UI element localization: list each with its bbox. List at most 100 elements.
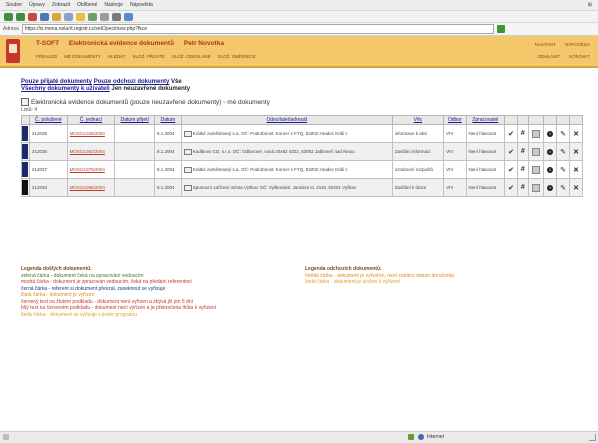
delete-icon[interactable]: ✕	[573, 131, 579, 138]
cell-info[interactable]: i	[543, 160, 558, 179]
pencil-icon[interactable]: ✎	[560, 185, 566, 192]
menu-view[interactable]: Zobrazit	[52, 2, 70, 8]
ref-link[interactable]: MOS/21386/2004	[70, 185, 105, 190]
menu-file[interactable]: Soubor	[6, 2, 22, 8]
cell-edit[interactable]: ✎	[556, 178, 570, 197]
info-icon[interactable]: i	[547, 148, 554, 155]
favorites-icon[interactable]	[76, 12, 85, 21]
cell-approve[interactable]: ✔	[504, 178, 519, 197]
filter-unresolved[interactable]: Jen neuzavřené dokumenty	[111, 86, 190, 92]
history-icon[interactable]	[88, 12, 97, 21]
checkmark-icon[interactable]: ✔	[508, 131, 514, 138]
attachment-icon[interactable]	[531, 147, 540, 156]
checkmark-icon[interactable]: ✔	[508, 149, 514, 156]
logout-link[interactable]: ODHLÁSIT	[538, 54, 561, 59]
col-received[interactable]: Datum přijetí	[114, 115, 155, 125]
ref-link[interactable]: MOS/21345/2004	[70, 131, 105, 136]
cell-attach[interactable]	[527, 124, 545, 143]
cell-delete[interactable]: ✕	[569, 178, 583, 197]
cell-delete[interactable]: ✕	[569, 124, 583, 143]
hash-icon[interactable]: #	[521, 166, 525, 173]
cell-tag[interactable]: #	[517, 178, 529, 197]
cell-ref[interactable]: MOS/21386/2004	[66, 178, 116, 197]
nav-my-docs[interactable]: MÉ DOKUMENTY	[64, 54, 101, 59]
help-link[interactable]: NÁPOVĚDA	[565, 42, 590, 47]
cell-edit[interactable]: ✎	[556, 124, 570, 143]
col-date[interactable]: Datum	[154, 115, 182, 125]
cell-ref[interactable]: MOS/21345/2004	[66, 124, 116, 143]
cell-info[interactable]: i	[543, 124, 558, 143]
cell-ref[interactable]: MOS/21375/2004	[66, 160, 116, 179]
forward-icon[interactable]	[16, 12, 25, 21]
menu-favorites[interactable]: Oblíbené	[77, 2, 97, 8]
col-subject[interactable]: Věc	[391, 115, 445, 125]
cell-info[interactable]: i	[543, 178, 558, 197]
cell-delete[interactable]: ✕	[569, 142, 583, 161]
cell-attach[interactable]	[527, 178, 545, 197]
delete-icon[interactable]: ✕	[573, 167, 579, 174]
table-row[interactable]: 212037 MOS/21375/2004 8.1.2004 Krátké za…	[21, 160, 583, 179]
pencil-icon[interactable]: ✎	[560, 167, 566, 174]
menu-edit[interactable]: Úpravy	[29, 2, 45, 8]
info-icon[interactable]: i	[547, 130, 554, 137]
stop-icon[interactable]	[28, 12, 37, 21]
col-handler[interactable]: Zpracovatel	[465, 115, 506, 125]
hash-icon[interactable]: #	[521, 148, 525, 155]
filter-incoming-link[interactable]: Pouze přijaté dokumenty	[21, 79, 92, 85]
edit-icon[interactable]	[124, 12, 133, 21]
checkmark-icon[interactable]: ✔	[508, 185, 514, 192]
cell-tag[interactable]: #	[517, 160, 529, 179]
cell-ref[interactable]: MOS/21362/2004	[66, 142, 116, 161]
contact-link[interactable]: KONTAKT	[569, 54, 590, 59]
checkmark-icon[interactable]: ✔	[508, 167, 514, 174]
cell-tag[interactable]: #	[517, 124, 529, 143]
nav-directives-folder[interactable]: SLOŽ. SMĚRNICE	[218, 54, 256, 59]
col-sender[interactable]: Odesílatel/adresát	[180, 115, 393, 125]
nav-search[interactable]: HLEDAT	[108, 54, 125, 59]
delete-icon[interactable]: ✕	[573, 185, 579, 192]
cell-approve[interactable]: ✔	[504, 160, 519, 179]
ref-link[interactable]: MOS/21362/2004	[70, 149, 105, 154]
cell-edit[interactable]: ✎	[556, 160, 570, 179]
nav-overview[interactable]: PŘEHLED	[36, 54, 57, 59]
settings-link[interactable]: NASTAVIT	[535, 42, 556, 47]
print-icon[interactable]	[112, 12, 121, 21]
back-icon[interactable]	[4, 12, 13, 21]
search-icon[interactable]	[64, 12, 73, 21]
nav-incoming-folder[interactable]: SLOŽ. PŘIJATÉ	[132, 54, 164, 59]
menu-tools[interactable]: Nástroje	[104, 2, 123, 8]
cell-edit[interactable]: ✎	[556, 142, 570, 161]
table-row[interactable]: 212036 MOS/21362/2004 8.1.2004 Kudibovo …	[21, 142, 583, 161]
attachment-icon[interactable]	[531, 165, 540, 174]
delete-icon[interactable]: ✕	[573, 149, 579, 156]
cell-delete[interactable]: ✕	[569, 160, 583, 179]
url-field[interactable]: https://is.mena.nela/rt.registr.cz/setOp…	[21, 24, 494, 34]
cell-tag[interactable]: #	[517, 142, 529, 161]
col-ref[interactable]: Č. jednací	[66, 115, 116, 125]
home-icon[interactable]	[52, 12, 61, 21]
attachment-icon[interactable]	[531, 129, 540, 138]
info-icon[interactable]: i	[547, 184, 554, 191]
cell-info[interactable]: i	[543, 142, 558, 161]
mail-icon[interactable]	[100, 12, 109, 21]
menu-help[interactable]: Nápověda	[130, 2, 153, 8]
cell-approve[interactable]: ✔	[504, 142, 519, 161]
refresh-icon[interactable]	[40, 12, 49, 21]
filter-all[interactable]: Vše	[171, 79, 182, 85]
cell-attach[interactable]	[527, 160, 545, 179]
pencil-icon[interactable]: ✎	[560, 149, 566, 156]
cell-attach[interactable]	[527, 142, 545, 161]
filter-outgoing-link[interactable]: Pouze odchozí dokumenty	[94, 79, 170, 85]
col-dept[interactable]: Odbor	[443, 115, 467, 125]
info-icon[interactable]: i	[547, 166, 554, 173]
pencil-icon[interactable]: ✎	[560, 131, 566, 138]
filter-user-docs-link[interactable]: Všechny dokumenty k uživateli	[21, 86, 110, 92]
ref-link[interactable]: MOS/21375/2004	[70, 167, 105, 172]
hash-icon[interactable]: #	[521, 184, 525, 191]
col-id[interactable]: Č. položené	[29, 115, 68, 125]
table-row[interactable]: 212035 MOS/21345/2004 8.1.2004 Krátké za…	[21, 124, 583, 143]
table-row[interactable]: 212040 MOS/21386/2004 8.1.2004 Sportovní…	[21, 178, 583, 197]
resize-grip-icon[interactable]	[589, 434, 596, 441]
attachment-icon[interactable]	[531, 183, 540, 192]
hash-icon[interactable]: #	[521, 130, 525, 137]
